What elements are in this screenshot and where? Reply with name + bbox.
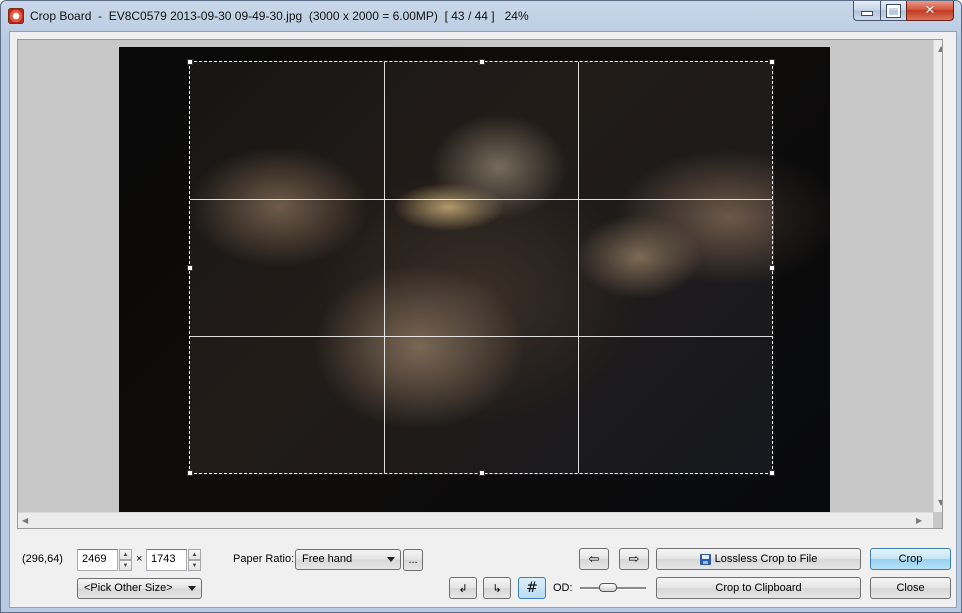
window-title: Crop Board - EV8C0579 2013-09-30 09-49-3… (30, 9, 529, 23)
vertical-scrollbar[interactable]: ▲ ▼ (933, 40, 942, 512)
crop-selection[interactable] (187, 59, 775, 476)
arrow-right-icon: ⇨ (628, 551, 640, 567)
height-increment-icon[interactable]: ▲ (188, 549, 201, 560)
size-preset-value: <Pick Other Size> (84, 582, 173, 594)
scroll-left-icon[interactable]: ◀ (22, 516, 28, 525)
crop-board-window: Crop Board - EV8C0579 2013-09-30 09-49-3… (0, 0, 962, 613)
outside-crop-shade (119, 47, 189, 521)
rotate-left-button[interactable]: ↲ (449, 577, 477, 599)
od-slider-thumb[interactable] (599, 583, 618, 592)
scroll-up-icon[interactable]: ▲ (938, 44, 942, 53)
save-icon (699, 553, 711, 565)
crop-handle-bottom[interactable] (479, 470, 485, 476)
size-preset-select[interactable]: <Pick Other Size> (77, 578, 202, 599)
width-decrement-icon[interactable]: ▼ (119, 560, 132, 571)
cursor-coordinates: (296,64) (22, 553, 63, 565)
thirds-gridline (190, 199, 772, 200)
thirds-gridline (384, 62, 385, 473)
maximize-button[interactable] (880, 1, 907, 21)
crop-to-clipboard-button[interactable]: Crop to Clipboard (656, 577, 861, 599)
rotate-left-icon: ↲ (458, 581, 468, 595)
paper-ratio-label: Paper Ratio: (233, 553, 295, 565)
lossless-crop-label: Lossless Crop to File (714, 553, 818, 565)
width-increment-icon[interactable]: ▲ (119, 549, 132, 560)
paper-ratio-select[interactable]: Free hand (295, 549, 401, 570)
crop-height-input[interactable]: 1743 (146, 549, 187, 571)
next-image-button[interactable]: ⇨ (619, 548, 649, 570)
close-window-button[interactable]: ✕ (906, 1, 954, 21)
minimize-button[interactable] (853, 1, 881, 21)
horizontal-scrollbar[interactable]: ◀ ▶ (18, 512, 933, 528)
crop-handle-bottom-right[interactable] (769, 470, 775, 476)
rotate-right-icon: ↳ (492, 581, 502, 595)
crop-handle-top-left[interactable] (187, 59, 193, 65)
maximize-icon (887, 4, 900, 17)
rotate-right-button[interactable]: ↳ (483, 577, 511, 599)
od-label: OD: (553, 582, 573, 594)
size-separator: × (136, 553, 143, 565)
crop-button[interactable]: Crop (870, 548, 951, 570)
crop-width-input[interactable]: 2469 (77, 549, 118, 571)
chevron-down-icon (188, 586, 196, 591)
close-icon: ✕ (924, 3, 936, 18)
arrow-left-icon: ⇦ (588, 551, 600, 567)
thirds-gridline (190, 336, 772, 337)
crop-handle-top[interactable] (479, 59, 485, 65)
app-icon (8, 8, 24, 24)
height-stepper[interactable]: ▲ ▼ (188, 549, 201, 571)
grid-icon: # (526, 580, 538, 596)
scroll-down-icon[interactable]: ▼ (938, 498, 942, 507)
crop-handle-right[interactable] (769, 265, 775, 271)
thirds-gridline (578, 62, 579, 473)
crop-handle-top-right[interactable] (769, 59, 775, 65)
paper-ratio-value: Free hand (302, 553, 353, 565)
previous-image-button[interactable]: ⇦ (579, 548, 609, 570)
width-stepper[interactable]: ▲ ▼ (119, 549, 132, 571)
height-decrement-icon[interactable]: ▼ (188, 560, 201, 571)
crop-handle-bottom-left[interactable] (187, 470, 193, 476)
minimize-icon (861, 11, 873, 16)
chevron-down-icon (387, 557, 395, 562)
close-button[interactable]: Close (870, 577, 951, 599)
grid-toggle-button[interactable]: # (518, 577, 546, 599)
image-viewport[interactable]: ▲ ▼ ◀ ▶ (17, 39, 943, 529)
outside-crop-shade (774, 47, 830, 521)
scroll-right-icon[interactable]: ▶ (916, 516, 922, 525)
client-area: ▲ ▼ ◀ ▶ (296,64) 2469 ▲ ▼ × 1743 ▲ ▼ <Pi… (9, 31, 957, 608)
lossless-crop-button[interactable]: Lossless Crop to File (656, 548, 861, 570)
crop-handle-left[interactable] (187, 265, 193, 271)
paper-ratio-more-button[interactable]: ... (403, 549, 423, 571)
title-bar[interactable]: Crop Board - EV8C0579 2013-09-30 09-49-3… (1, 1, 961, 31)
